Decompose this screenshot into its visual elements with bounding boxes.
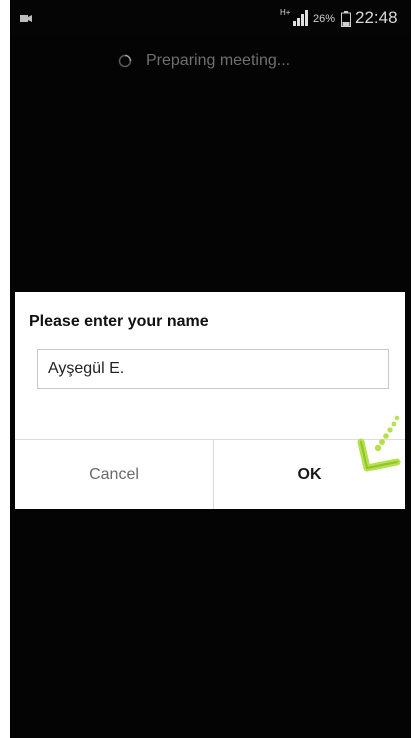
tap-gesture-icon [357, 415, 401, 472]
cancel-button[interactable]: Cancel [15, 440, 213, 509]
dialog-title: Please enter your name [29, 313, 209, 330]
status-bar: H+ 26% 22:48 [10, 0, 411, 36]
status-clock: 22:48 [355, 8, 398, 27]
signal-icon [293, 10, 308, 26]
cancel-button-label: Cancel [89, 465, 139, 483]
network-type-indicator: H+ [280, 8, 291, 17]
battery-percentage: 26% [313, 13, 336, 25]
battery-icon [341, 11, 351, 27]
meeting-status-text: Preparing meeting... [146, 52, 291, 69]
spinner-icon [118, 54, 132, 68]
video-camera-icon [20, 15, 32, 22]
name-input[interactable] [37, 349, 389, 389]
phone-screen: H+ 26% 22:48 Preparing meeting... Please… [10, 0, 411, 738]
name-entry-dialog: Please enter your name Cancel OK [15, 292, 405, 509]
ok-button-label: OK [297, 465, 322, 483]
